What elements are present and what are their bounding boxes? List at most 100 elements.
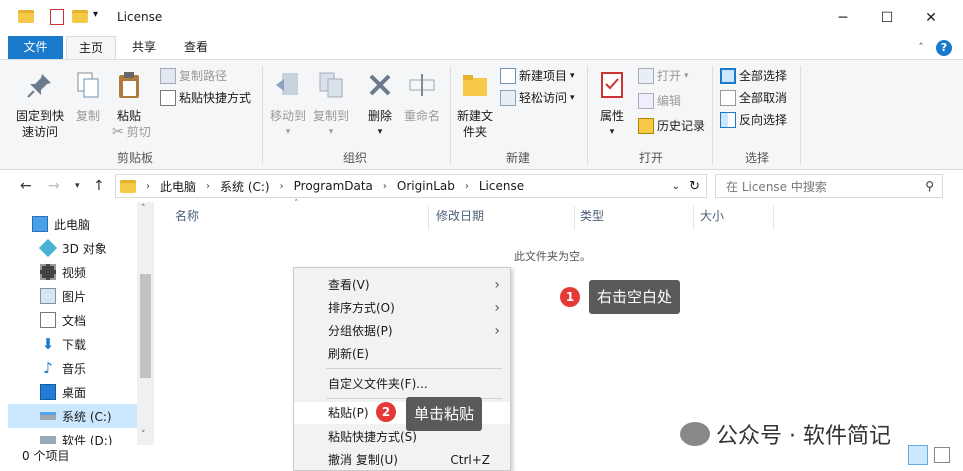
paste-button[interactable]: 粘贴 [110,70,148,124]
nav-item-3d-objects[interactable]: 3D 对象 [0,236,137,260]
empty-folder-message: 此文件夹为空。 [514,250,591,263]
close-icon[interactable]: ✕ [916,4,946,32]
download-arrow-icon: ⬇ [41,335,55,353]
nav-item-pictures[interactable]: 图片 [0,284,137,308]
nav-item-label: 桌面 [62,385,87,400]
new-folder-qa-icon[interactable] [72,10,88,23]
nav-item-this-pc[interactable]: 此电脑 [0,212,137,236]
customize-qa-chevron-icon[interactable]: ▾ [93,9,98,20]
group-title-open: 打开 [638,151,663,165]
details-view-icon[interactable] [908,445,928,465]
column-divider[interactable] [428,206,429,230]
nav-item-documents[interactable]: 文档 [0,308,137,332]
menu-item-label: 排序方式(O) [328,301,395,315]
large-icons-view-icon[interactable] [934,447,950,463]
chevron-right-icon: › [382,180,387,192]
nav-item-label: 此电脑 [54,217,91,232]
copy-to-button[interactable]: 复制到 ▾ [310,70,352,140]
column-header-type[interactable]: 类型 [580,207,604,224]
menu-item-sort[interactable]: 排序方式(O) › [294,297,510,319]
nav-item-software-d[interactable]: 软件 (D:) [0,428,137,445]
tab-share[interactable]: 共享 [120,36,168,60]
new-item-chevron-icon: ▾ [570,71,575,81]
column-divider[interactable] [773,206,774,230]
paste-shortcut-button[interactable]: 粘贴快捷方式 [160,88,251,108]
pin-label: 固定到快速访问 [15,109,64,139]
tab-home[interactable]: 主页 [66,36,116,60]
properties-button[interactable]: 属性 ▾ [594,70,630,140]
nav-scrollbar[interactable]: ˄ ˅ [137,202,154,445]
group-title-new: 新建 [505,151,530,165]
menu-item-label: 刷新(E) [328,347,369,361]
minimize-icon[interactable]: ─ [828,4,858,32]
move-to-button[interactable]: 移动到 ▾ [268,70,308,140]
history-button[interactable]: 历史记录 [638,116,705,136]
refresh-icon[interactable]: ↻ [689,179,700,194]
nav-item-label: 系统 (C:) [62,409,112,424]
forward-arrow-icon[interactable]: → [48,178,60,194]
menu-item-view[interactable]: 查看(V) › [294,274,510,296]
new-folder-button[interactable]: 新建文件夹 [455,70,495,140]
up-arrow-icon[interactable]: ↑ [93,178,105,194]
scrollbar-thumb[interactable] [140,274,151,378]
nav-item-downloads[interactable]: ⬇ 下载 [0,332,137,356]
recent-chevron-icon[interactable]: ▾ [75,181,80,191]
delete-button[interactable]: 删除 ▾ [362,70,398,140]
column-divider[interactable] [693,206,694,230]
file-list-area[interactable] [155,202,963,445]
easy-access-button[interactable]: 轻松访问 ▾ [500,88,575,108]
new-item-icon [500,68,516,84]
copy-path-button[interactable]: 复制路径 [160,66,227,86]
tab-view[interactable]: 查看 [172,36,220,60]
search-input[interactable]: 在 License 中搜索 ⚲ [715,174,943,198]
select-all-button[interactable]: 全部选择 [720,66,787,86]
maximize-icon[interactable]: ☐ [872,4,902,32]
nav-item-desktop[interactable]: 桌面 [0,380,137,404]
breadcrumb-programdata[interactable]: ProgramData [294,179,373,193]
pin-quick-access-button[interactable]: 固定到快速访问 [10,70,70,140]
scroll-down-icon[interactable]: ˅ [141,430,146,440]
edit-button[interactable]: 编辑 [638,91,681,111]
menu-item-refresh[interactable]: 刷新(E) [294,343,510,365]
address-dropdown-icon[interactable]: ⌄ [672,181,680,192]
column-header-date[interactable]: 修改日期 [436,207,484,224]
properties-qa-icon[interactable] [50,9,64,25]
cut-button[interactable]: ✂ 剪切 [112,122,151,142]
menu-item-group-by[interactable]: 分组依据(P) › [294,320,510,342]
new-item-label: 新建项目 [519,69,568,83]
select-all-label: 全部选择 [739,69,788,83]
breadcrumb-license[interactable]: License [479,179,524,193]
select-none-button[interactable]: 全部取消 [720,88,787,108]
column-header-name[interactable]: 名称 [175,207,199,224]
pin-icon [27,74,51,98]
new-item-button[interactable]: 新建项目 ▾ [500,66,575,86]
select-all-icon [720,68,736,84]
nav-item-system-c[interactable]: 系统 (C:) [8,404,137,428]
chevron-right-icon: › [146,180,150,192]
context-menu: 查看(V) › 排序方式(O) › 分组依据(P) › 刷新(E) 自定义文件夹… [293,267,511,471]
breadcrumb-originlab[interactable]: OriginLab [397,179,455,193]
delete-label: 删除 [367,109,392,123]
copy-button[interactable]: 复制 [72,70,104,124]
scroll-up-icon[interactable]: ˄ [141,204,146,214]
nav-item-videos[interactable]: 视频 [0,260,137,284]
back-arrow-icon[interactable]: ← [20,178,32,194]
nav-item-music[interactable]: ♪ 音乐 [0,356,137,380]
open-button[interactable]: 打开 ▾ [638,66,689,86]
menu-item-customize-folder[interactable]: 自定义文件夹(F)... [294,373,510,395]
tab-file[interactable]: 文件 [8,36,63,60]
breadcrumb-this-pc[interactable]: 此电脑 [160,178,196,195]
menu-item-label: 分组依据(P) [328,324,393,338]
new-folder-icon [463,75,487,96]
rename-button[interactable]: 重命名 [402,70,442,124]
column-divider[interactable] [574,206,575,230]
chevron-right-icon: › [494,277,500,293]
column-header-size[interactable]: 大小 [700,207,724,224]
breadcrumb-system-c[interactable]: 系统 (C:) [220,178,270,195]
easy-access-chevron-icon: ▾ [570,93,575,103]
help-icon[interactable]: ? [936,40,952,56]
invert-selection-button[interactable]: 反向选择 [720,110,787,130]
address-bar[interactable]: › 此电脑 › 系统 (C:) › ProgramData › OriginLa… [115,174,707,198]
collapse-ribbon-icon[interactable]: ˄ [913,40,929,56]
ribbon: 固定到快速访问 复制 粘贴 复制路径 粘贴快捷方式 ✂ 剪切 剪贴板 移动到 ▾… [0,59,963,170]
